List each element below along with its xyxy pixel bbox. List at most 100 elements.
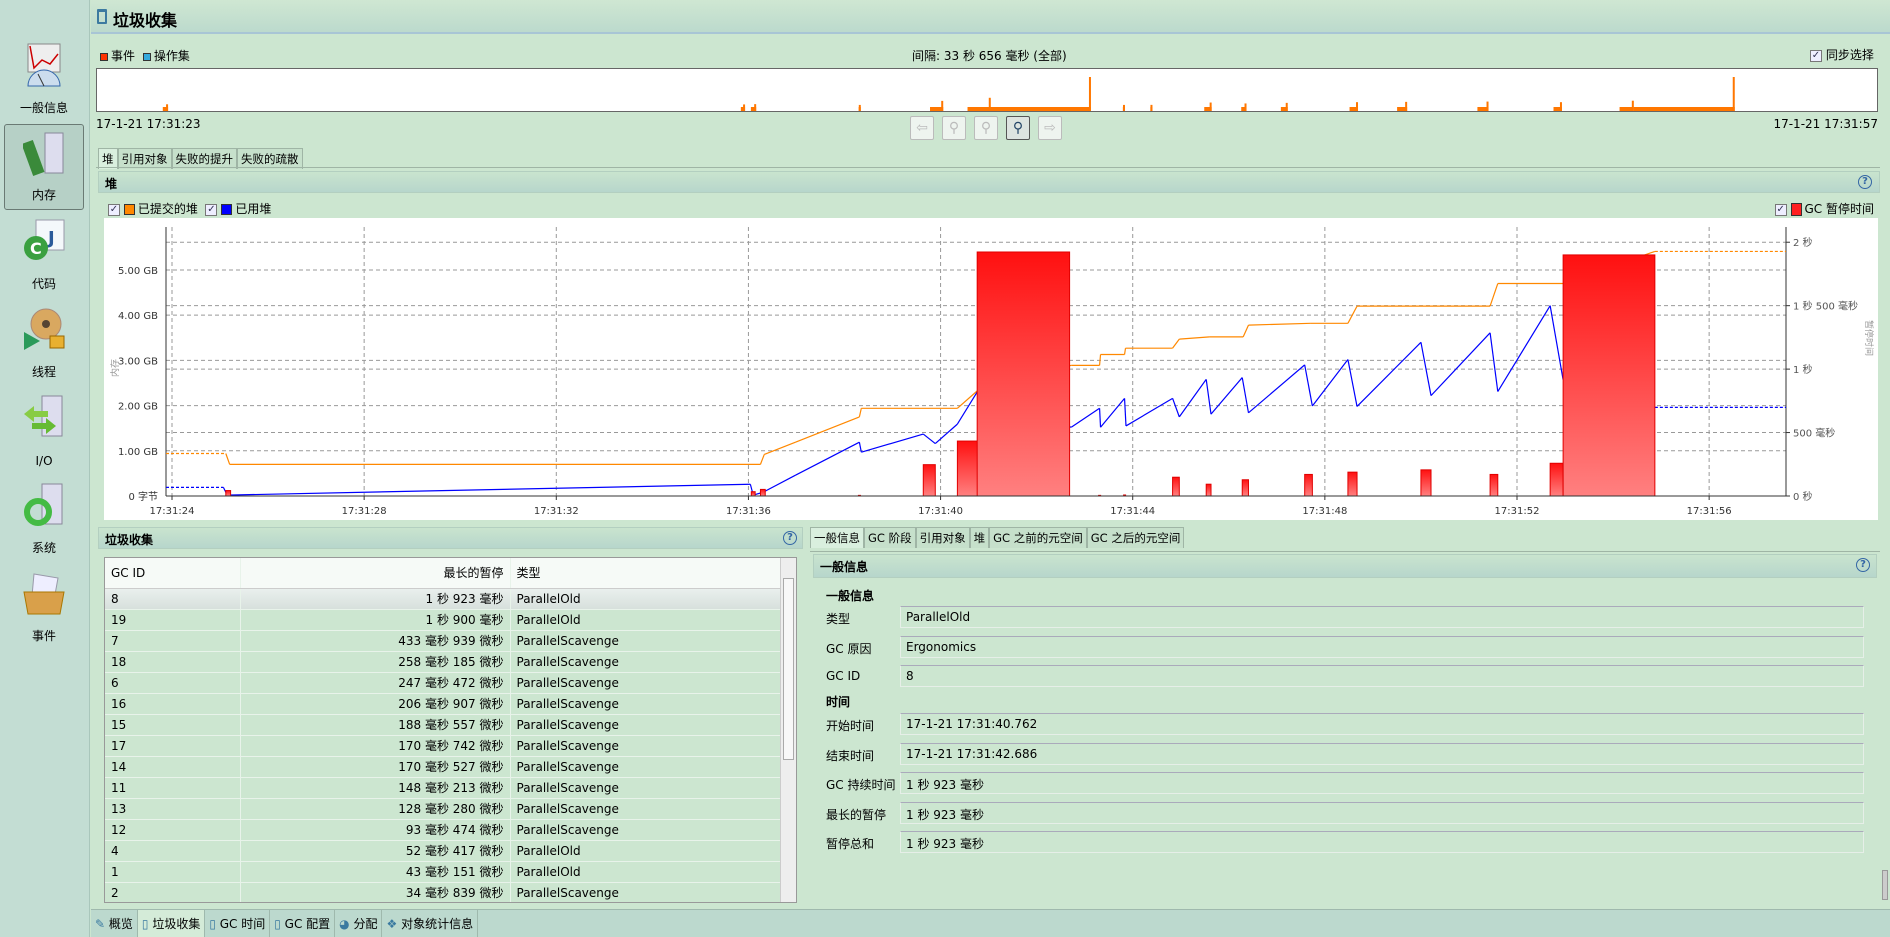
field-value[interactable]: 8 — [900, 665, 1864, 687]
table-row[interactable]: 15 188 毫秒 557 微秒 ParallelScavenge — [105, 714, 781, 736]
table-row[interactable]: 7 433 毫秒 939 微秒 ParallelScavenge — [105, 630, 781, 652]
column-longest-pause[interactable]: 最长的暂停 — [240, 558, 511, 589]
committed-heap-segment — [1098, 354, 1102, 366]
table-row[interactable]: 12 93 毫秒 474 微秒 ParallelScavenge — [105, 819, 781, 841]
field-label: GC ID — [826, 669, 861, 683]
scroll-left-button[interactable]: ⇦ — [910, 116, 934, 140]
tab-heap[interactable]: 堆 — [98, 148, 118, 169]
committed-heap-segment — [759, 454, 765, 465]
scrollbar-thumb[interactable] — [783, 578, 794, 760]
table-header-row: GC ID 最长的暂停 类型 — [105, 558, 781, 589]
help-icon[interactable]: ? — [1858, 175, 1872, 189]
tab-failed-promotion[interactable]: 失败的提升 — [171, 148, 237, 169]
table-row[interactable]: 81 秒 923 毫秒 ParallelOld — [105, 588, 781, 610]
type-cell: ParallelScavenge — [510, 693, 781, 715]
scroll-right-button[interactable]: ⇨ — [1038, 116, 1062, 140]
field-value[interactable]: ParallelOld — [900, 606, 1864, 628]
y2-tick-label: 1 秒 500 毫秒 — [1793, 300, 1858, 313]
detail-tab-3[interactable]: 堆 — [969, 527, 990, 548]
field-value[interactable]: 1 秒 923 毫秒 — [900, 831, 1864, 853]
bottom-tab-5[interactable]: ❖ 对象统计信息 — [382, 910, 479, 937]
used-heap-segment — [1347, 359, 1358, 407]
bottom-tab-3[interactable]: ▯ GC 配置 — [270, 910, 336, 937]
detail-tab-4[interactable]: GC 之前的元空间 — [989, 527, 1087, 548]
longest-pause-cell: 148 毫秒 213 微秒 — [240, 777, 511, 799]
table-row[interactable]: 4 52 毫秒 417 微秒 ParallelOld — [105, 840, 781, 862]
bottom-tab-1[interactable]: ▯ 垃圾收集 — [137, 910, 206, 937]
sidebar-item-general-info[interactable]: 一般信息 — [4, 36, 84, 122]
sidebar-item-memory[interactable]: 内存 — [4, 124, 84, 210]
zoom-in-button[interactable]: ⚲ — [1006, 116, 1030, 140]
column-gc-id[interactable]: GC ID — [105, 558, 241, 589]
events-legend-label: 事件 — [111, 49, 136, 63]
trash-icon: ▯ — [141, 917, 153, 931]
used-heap-segment — [1098, 408, 1102, 428]
table-row[interactable]: 17 170 毫秒 742 微秒 ParallelScavenge — [105, 735, 781, 757]
tab-failed-evacuation[interactable]: 失败的疏散 — [237, 148, 303, 169]
table-row[interactable]: 11 148 毫秒 213 微秒 ParallelScavenge — [105, 777, 781, 799]
bottom-tab-label: GC 时间 — [219, 917, 266, 931]
gc-id-cell: 17 — [105, 735, 241, 757]
table-scrollbar[interactable] — [780, 558, 796, 902]
overview-event-spike — [1122, 104, 1125, 111]
gc-id-cell: 2 — [105, 882, 241, 902]
table-row[interactable]: 6 247 毫秒 472 微秒 ParallelScavenge — [105, 672, 781, 694]
gc-pause-legend: GC 暂停时间 — [1804, 202, 1875, 216]
field-value[interactable]: 1 秒 923 毫秒 — [900, 772, 1864, 794]
gc-pause-checkbox[interactable]: ✓ — [1774, 203, 1787, 216]
field-value[interactable]: 17-1-21 17:31:40.762 — [900, 713, 1864, 735]
field-value[interactable]: 1 秒 923 毫秒 — [900, 801, 1864, 824]
bottom-tab-2[interactable]: ▯ GC 时间 — [205, 910, 271, 937]
committed-heap-segment — [795, 416, 860, 443]
sidebar-item-events[interactable]: 事件 — [4, 564, 84, 650]
overview-event-spike — [1209, 102, 1212, 111]
detail-tab-2[interactable]: 引用对象 — [915, 527, 970, 548]
sidebar-item-threads[interactable]: 线程 — [4, 300, 84, 386]
field-value[interactable]: 17-1-21 17:31:42.686 — [900, 742, 1864, 765]
table-row[interactable]: 18 258 毫秒 185 微秒 ParallelScavenge — [105, 651, 781, 673]
table-row[interactable]: 14 170 毫秒 527 微秒 ParallelScavenge — [105, 756, 781, 778]
sidebar-item-system[interactable]: 系统 — [4, 476, 84, 562]
help-icon[interactable]: ? — [783, 531, 797, 545]
table-row[interactable]: 19 1 秒 900 毫秒 ParallelOld — [105, 609, 781, 631]
used-heap-checkbox[interactable]: ✓ — [205, 203, 218, 216]
type-cell: ParallelScavenge — [510, 714, 781, 736]
sync-selection-checkbox[interactable]: ✓ 同步选择 — [1810, 46, 1874, 63]
used-heap-segment — [956, 389, 980, 425]
table-row[interactable]: 1 43 毫秒 151 微秒 ParallelOld — [105, 861, 781, 883]
window-scrollbar[interactable] — [1882, 870, 1888, 900]
used-heap-segment — [227, 483, 751, 496]
arrow-right-icon: ⇨ — [1044, 120, 1056, 136]
gc-id-cell: 1 — [105, 861, 241, 883]
zoom-reset-button[interactable]: ⚲ — [974, 116, 998, 140]
help-icon[interactable]: ? — [1856, 558, 1870, 572]
bottom-tab-0[interactable]: ✎ 概览 — [91, 910, 138, 937]
type-cell: ParallelScavenge — [510, 735, 781, 757]
detail-tab-0[interactable]: 一般信息 — [810, 527, 864, 548]
sidebar-item-code[interactable]: JC 代码 — [4, 212, 84, 298]
y2-tick-label: 500 毫秒 — [1793, 427, 1835, 440]
committed-heap-checkbox[interactable]: ✓ — [108, 203, 120, 216]
table-row[interactable]: 2 34 毫秒 839 微秒 ParallelScavenge — [105, 882, 781, 902]
y2-tick-label: 2 秒 — [1793, 236, 1813, 249]
trash-icon — [97, 9, 107, 24]
detail-tab-5[interactable]: GC 之后的元空间 — [1086, 527, 1185, 548]
overview-timeline[interactable] — [96, 68, 1878, 112]
sidebar-item-io[interactable]: I/O — [4, 388, 84, 474]
detail-tab-1[interactable]: GC 阶段 — [864, 527, 916, 548]
heap-chart[interactable]: 0 字节 1.00 GB 2.00 GB 3.00 GB 4.00 GB 5.00 GB 0… — [104, 218, 1878, 520]
overview-event-block — [989, 107, 1091, 111]
table-row[interactable]: 13 128 毫秒 280 微秒 ParallelScavenge — [105, 798, 781, 820]
longest-pause-cell: 206 毫秒 907 微秒 — [240, 693, 511, 715]
field-value[interactable]: Ergonomics — [900, 635, 1864, 658]
type-cell: ParallelOld — [510, 861, 781, 883]
committed-heap-segment — [764, 441, 796, 455]
overview-event-spike — [1150, 104, 1153, 111]
table-row[interactable]: 16 206 毫秒 907 微秒 ParallelScavenge — [105, 693, 781, 715]
longest-pause-cell: 1 秒 900 毫秒 — [240, 609, 511, 631]
column-type[interactable]: 类型 — [510, 558, 781, 589]
zoom-out-button[interactable]: ⚲ — [942, 116, 966, 140]
tab-references[interactable]: 引用对象 — [117, 148, 172, 169]
bottom-tab-4[interactable]: ◕ 分配 — [335, 910, 383, 937]
x-tick-label: 17:31:40 — [918, 506, 963, 517]
